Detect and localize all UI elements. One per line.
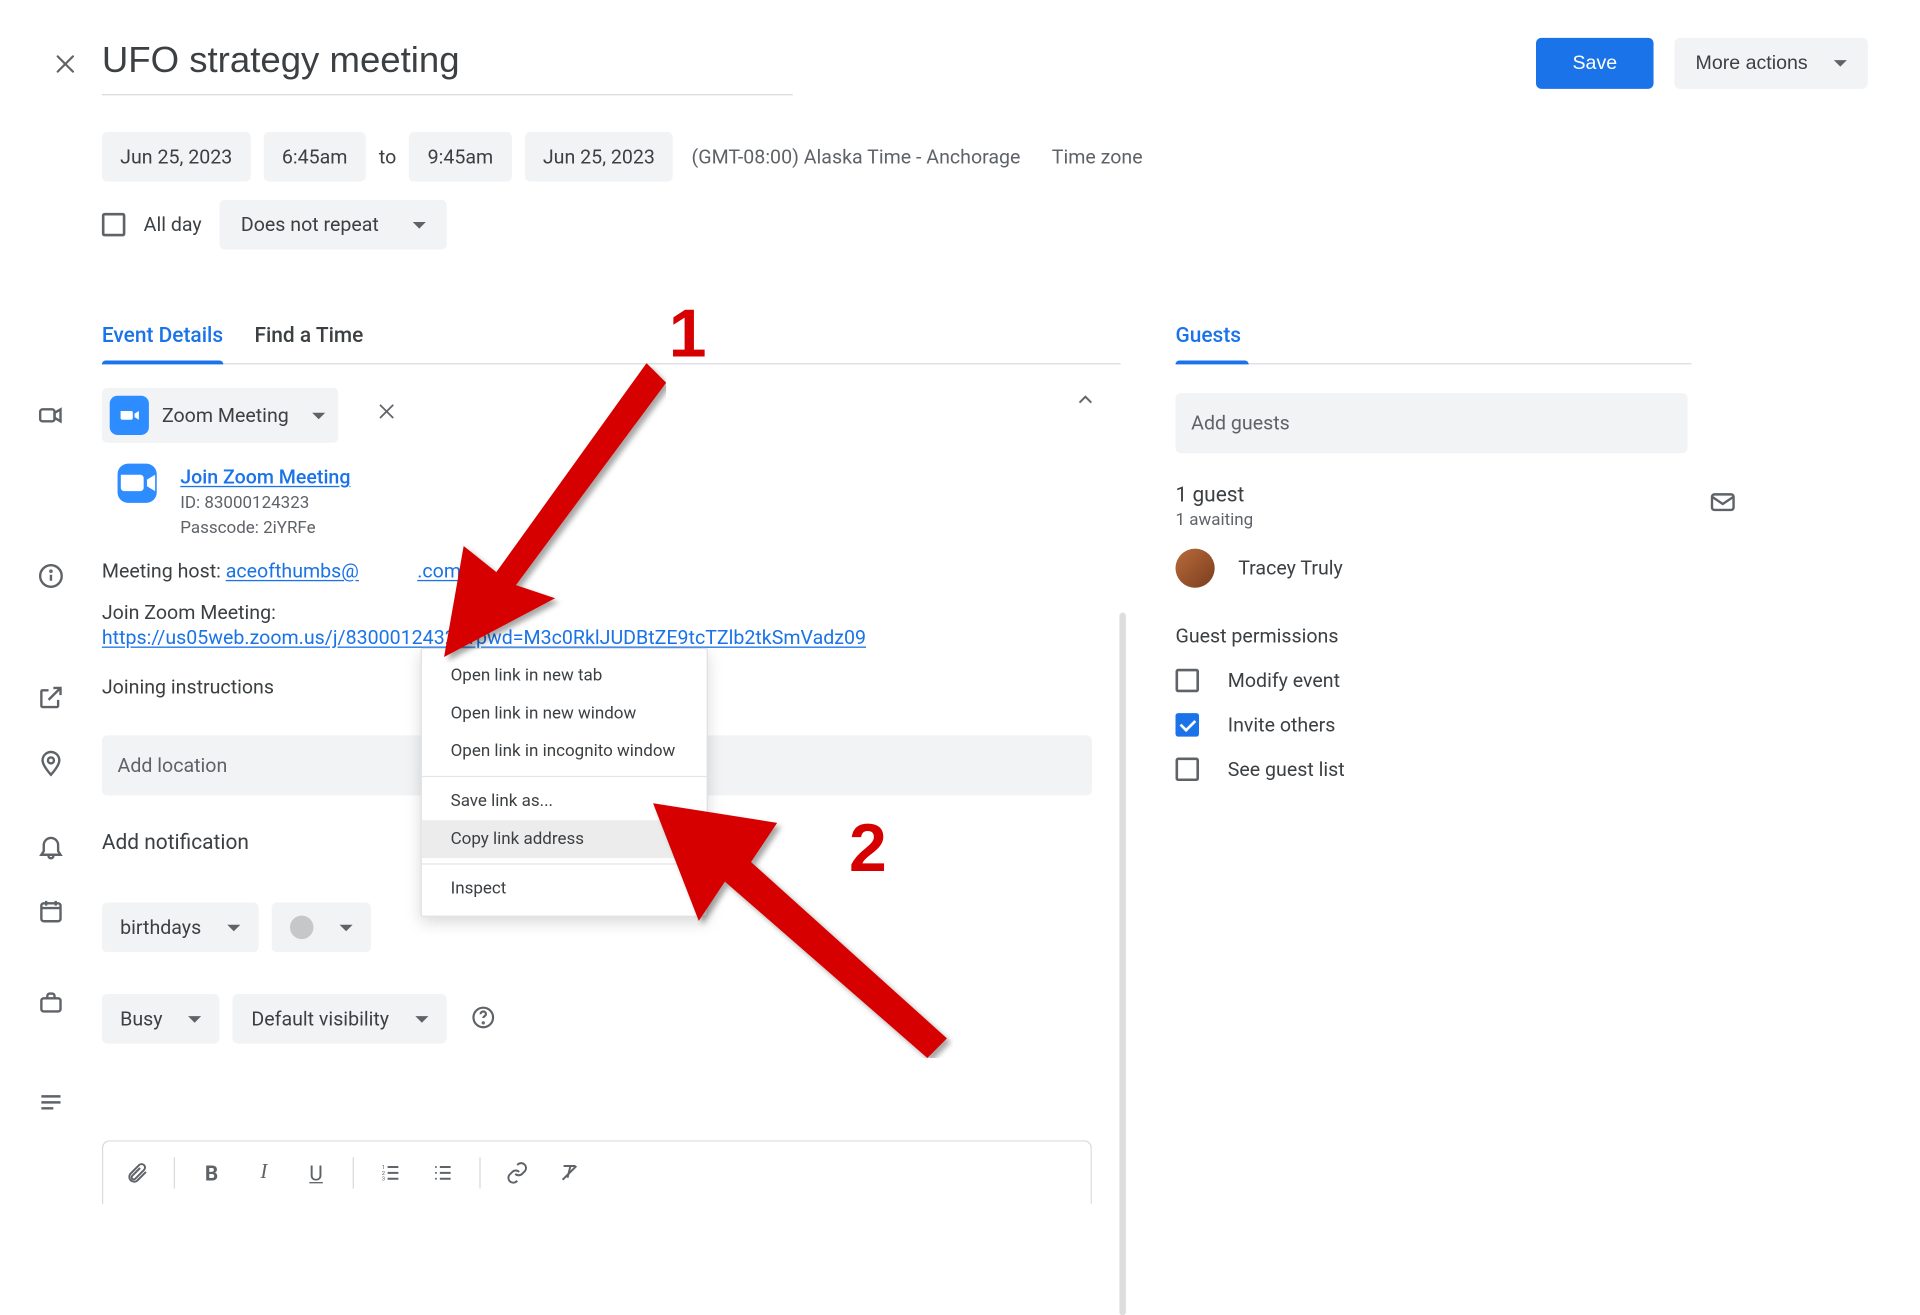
conferencing-label: Zoom Meeting (162, 404, 289, 428)
save-button[interactable]: Save (1536, 38, 1654, 89)
insert-link-button[interactable] (494, 1155, 541, 1192)
chevron-down-icon (189, 1016, 202, 1023)
color-select[interactable] (272, 903, 371, 953)
scrollbar[interactable] (1119, 613, 1126, 1315)
context-menu: Open link in new tab Open link in new wi… (421, 648, 708, 917)
chevron-down-icon (227, 924, 240, 931)
underline-button[interactable]: U (293, 1155, 340, 1192)
email-guests-button[interactable] (1708, 487, 1737, 521)
attachment-button[interactable] (114, 1155, 161, 1192)
end-date-picker[interactable]: Jun 25, 2023 (525, 132, 674, 182)
start-time-picker[interactable]: 6:45am (264, 132, 366, 182)
to-label: to (379, 145, 396, 169)
divider (422, 863, 707, 864)
svg-text:3: 3 (382, 1177, 385, 1183)
timezone-link[interactable]: Time zone (1052, 145, 1143, 169)
availability-select[interactable]: Busy (102, 994, 220, 1044)
guest-name-label: Tracey Truly (1238, 556, 1343, 580)
bold-button[interactable]: B (188, 1155, 235, 1192)
context-menu-item[interactable]: Open link in new tab (422, 657, 707, 695)
calendar-icon (0, 884, 102, 926)
context-menu-item-copy-link[interactable]: Copy link address (422, 820, 707, 858)
context-menu-item[interactable]: Open link in incognito window (422, 733, 707, 771)
calendar-select[interactable]: birthdays (102, 903, 259, 953)
italic-button[interactable]: I (240, 1155, 287, 1192)
context-menu-item[interactable]: Save link as... (422, 782, 707, 820)
event-title-input[interactable] (102, 31, 793, 95)
perm-modify-checkbox[interactable] (1176, 669, 1200, 693)
timezone-label: (GMT-08:00) Alaska Time - Anchorage (692, 145, 1021, 169)
more-actions-button[interactable]: More actions (1675, 38, 1868, 89)
meeting-host-link[interactable]: aceofthumbs@xxxxxx.com (226, 559, 461, 583)
perm-seelist-checkbox[interactable] (1176, 758, 1200, 782)
conferencing-select[interactable]: Zoom Meeting (102, 388, 339, 443)
zoom-icon (110, 396, 149, 435)
chevron-down-icon (312, 412, 325, 419)
collapse-button[interactable] (1074, 388, 1098, 417)
join-url-label: Join Zoom Meeting: (102, 601, 1176, 625)
tab-find-a-time[interactable]: Find a Time (254, 323, 363, 363)
avatar (1176, 549, 1215, 588)
context-menu-item[interactable]: Inspect (422, 870, 707, 908)
guest-awaiting-label: 1 awaiting (1176, 511, 1738, 531)
repeat-label: Does not repeat (241, 213, 379, 237)
meeting-host-label: Meeting host: (102, 559, 226, 583)
zoom-passcode-label: Passcode: 2iYRFe (180, 519, 1175, 539)
allday-checkbox[interactable] (102, 213, 126, 237)
perm-invite-label: Invite others (1228, 713, 1336, 737)
info-icon (0, 559, 102, 590)
divider (479, 1157, 480, 1188)
end-time-picker[interactable]: 9:45am (409, 132, 511, 182)
zoom-icon (118, 464, 157, 503)
color-dot-icon (290, 916, 314, 940)
perm-modify-label: Modify event (1228, 669, 1340, 693)
divider (422, 776, 707, 777)
tab-event-details[interactable]: Event Details (102, 323, 223, 363)
chevron-down-icon (340, 924, 353, 931)
guest-count-label: 1 guest (1176, 482, 1738, 507)
join-zoom-link[interactable]: Join Zoom Meeting (180, 465, 350, 489)
bulleted-list-button[interactable] (419, 1155, 466, 1192)
repeat-select[interactable]: Does not repeat (220, 200, 447, 250)
open-external-icon (0, 670, 102, 712)
chevron-down-icon (413, 221, 426, 228)
tab-guests[interactable]: Guests (1176, 323, 1242, 363)
zoom-id-label: ID: 83000124323 (180, 494, 1175, 514)
bell-icon (0, 819, 102, 861)
chevron-down-icon (1834, 60, 1847, 67)
guest-permissions-heading: Guest permissions (1176, 624, 1738, 648)
guest-item[interactable]: Tracey Truly (1176, 549, 1738, 588)
start-date-picker[interactable]: Jun 25, 2023 (102, 132, 251, 182)
availability-label: Busy (120, 1007, 162, 1031)
visibility-select[interactable]: Default visibility (233, 994, 446, 1044)
zoom-join-url-link[interactable]: https://us05web.zoom.us/j/83000124323?pw… (102, 626, 866, 650)
help-icon[interactable] (460, 994, 507, 1041)
close-button[interactable] (39, 37, 91, 89)
perm-invite-checkbox[interactable] (1176, 713, 1200, 737)
location-pin-icon (0, 735, 102, 777)
allday-label: All day (144, 213, 202, 237)
divider (353, 1157, 354, 1188)
remove-conferencing-button[interactable] (367, 392, 406, 431)
context-menu-item[interactable]: Open link in new window (422, 695, 707, 733)
clear-formatting-button[interactable] (546, 1155, 593, 1192)
visibility-label: Default visibility (251, 1007, 389, 1031)
description-icon (0, 1067, 102, 1117)
add-guests-input[interactable]: Add guests (1176, 393, 1688, 453)
briefcase-icon (0, 976, 102, 1018)
video-camera-icon (0, 388, 102, 430)
calendar-select-label: birthdays (120, 916, 201, 940)
perm-seelist-label: See guest list (1228, 758, 1345, 782)
description-toolbar: B I U 123 (102, 1140, 1092, 1204)
numbered-list-button[interactable]: 123 (367, 1155, 414, 1192)
chevron-down-icon (415, 1016, 428, 1023)
more-actions-label: More actions (1696, 52, 1808, 74)
divider (174, 1157, 175, 1188)
